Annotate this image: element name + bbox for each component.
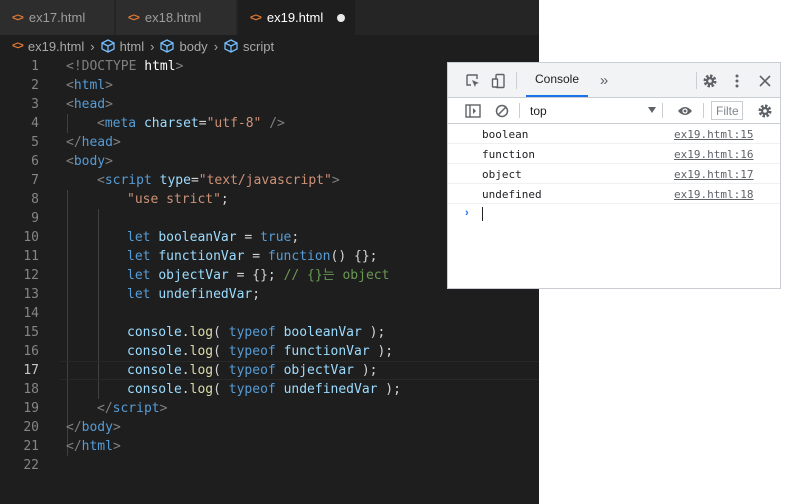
code-line: 18 console.log( typeof undefinedVar );: [0, 380, 539, 399]
tab-label: ex17.html: [28, 10, 86, 25]
console-source-link[interactable]: ex19.html:18: [674, 188, 753, 201]
filter-placeholder: Filte: [716, 103, 739, 118]
console-message-text: boolean: [482, 128, 529, 141]
line-number: 19: [23, 401, 39, 416]
tab-label: ex18.html: [144, 10, 202, 25]
tab-console[interactable]: Console: [526, 63, 588, 97]
tab-ex18[interactable]: <> ex18.html: [116, 0, 237, 35]
code-line: 22: [0, 456, 539, 475]
kebab-menu-icon[interactable]: [729, 72, 745, 90]
console-source-link[interactable]: ex19.html:16: [674, 148, 753, 161]
console-prompt-icon: ›: [465, 207, 469, 219]
context-selector[interactable]: top: [522, 98, 662, 123]
line-number: 2: [31, 78, 39, 93]
html-file-icon: <>: [12, 11, 24, 24]
line-number: 22: [23, 458, 39, 473]
tab-ex17[interactable]: <> ex17.html: [0, 0, 115, 35]
code-line: 20 </body>: [0, 418, 539, 437]
devtools-panel: Console » top Filte boolean ex19.html:15…: [447, 62, 781, 289]
more-tabs-icon[interactable]: »: [596, 71, 612, 89]
line-number: 17: [23, 363, 39, 378]
line-number: 8: [31, 192, 39, 207]
code-line-current: 17 console.log( typeof objectVar );: [0, 361, 539, 380]
breadcrumb-item-html[interactable]: html: [120, 39, 145, 54]
console-message-text: undefined: [482, 188, 542, 201]
console-message: object ex19.html:17: [448, 164, 780, 184]
divider: [662, 103, 663, 118]
symbol-cube-icon: [224, 39, 238, 53]
breadcrumb-item-script[interactable]: script: [243, 39, 274, 54]
code-line: 19 </script>: [0, 399, 539, 418]
line-number: 18: [23, 382, 39, 397]
line-number: 21: [23, 439, 39, 454]
code-line: 15 console.log( typeof booleanVar );: [0, 323, 539, 342]
line-number: 12: [23, 268, 39, 283]
console-settings-gear-icon[interactable]: [756, 102, 774, 120]
line-number: 4: [31, 116, 39, 131]
context-selector-value: top: [530, 103, 547, 118]
line-number: 1: [31, 59, 39, 74]
breadcrumb-item-body[interactable]: body: [179, 39, 207, 54]
line-number: 9: [31, 211, 39, 226]
clear-console-icon[interactable]: [493, 102, 511, 120]
devtools-tab-bar: Console »: [448, 63, 780, 98]
line-number: 15: [23, 325, 39, 340]
chevron-right-icon: ›: [90, 38, 95, 54]
device-toolbar-icon[interactable]: [490, 72, 508, 90]
line-number: 3: [31, 97, 39, 112]
code-line: 16 console.log( typeof functionVar );: [0, 342, 539, 361]
inspect-element-icon[interactable]: [464, 72, 482, 90]
html-file-icon: <>: [12, 40, 24, 52]
html-file-icon: <>: [250, 11, 262, 24]
filter-input[interactable]: Filte: [711, 101, 743, 120]
line-number: 10: [23, 230, 39, 245]
breadcrumb-file[interactable]: ex19.html: [28, 39, 84, 54]
unsaved-dot-icon[interactable]: [337, 13, 345, 22]
line-number: 16: [23, 344, 39, 359]
editor-tab-bar: <> ex17.html <> ex18.html <> ex19.html: [0, 0, 539, 35]
console-message: function ex19.html:16: [448, 144, 780, 164]
eye-icon[interactable]: [676, 102, 694, 120]
line-number: 6: [31, 154, 39, 169]
divider: [696, 72, 697, 89]
divider: [519, 103, 520, 118]
tab-ex19[interactable]: <> ex19.html: [238, 0, 355, 35]
gear-icon[interactable]: [701, 72, 719, 90]
line-number: 5: [31, 135, 39, 150]
divider: [703, 103, 704, 118]
console-message-text: function: [482, 148, 535, 161]
console-source-link[interactable]: ex19.html:15: [674, 128, 753, 141]
symbol-cube-icon: [100, 39, 115, 53]
code-line: 14: [0, 304, 539, 323]
chevron-right-icon: ›: [213, 38, 219, 54]
sidebar-toggle-icon[interactable]: [464, 102, 482, 120]
console-message-text: object: [482, 168, 522, 181]
line-number: 13: [23, 287, 39, 302]
console-message: undefined ex19.html:18: [448, 184, 780, 204]
console-message: boolean ex19.html:15: [448, 124, 780, 144]
line-number: 7: [31, 173, 39, 188]
close-icon[interactable]: [756, 72, 774, 90]
line-number: 11: [23, 249, 39, 264]
dropdown-arrow-icon: [648, 107, 656, 113]
console-source-link[interactable]: ex19.html:17: [674, 168, 753, 181]
console-input[interactable]: [482, 207, 483, 221]
code-line: 21 </html>: [0, 437, 539, 456]
breadcrumb: <> ex19.html › html › body › script: [0, 35, 539, 57]
divider: [516, 72, 517, 89]
tab-label: ex19.html: [266, 10, 324, 25]
line-number: 14: [23, 306, 39, 321]
chevron-right-icon: ›: [150, 38, 155, 54]
html-file-icon: <>: [128, 11, 140, 24]
symbol-cube-icon: [160, 39, 175, 53]
line-number: 20: [23, 420, 39, 435]
